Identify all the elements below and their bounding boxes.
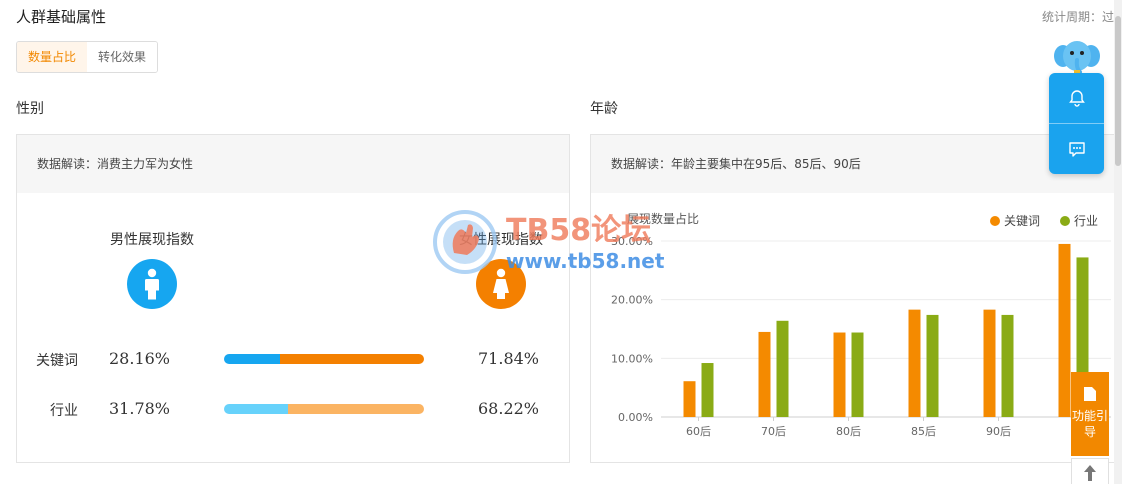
page-scrollbar-thumb[interactable] — [1115, 16, 1121, 166]
x-tick-label: 70后 — [761, 425, 786, 438]
gender-section-title: 性别 — [16, 101, 44, 117]
x-tick-label: 85后 — [911, 425, 936, 438]
gender-panel: 数据解读：消费主力军为女性 男性展现指数 女性展现指数 关键词 28.16% 7… — [16, 134, 570, 463]
elephant-mascot-icon[interactable] — [1053, 36, 1101, 78]
bar-keyword — [683, 381, 696, 417]
male-index-title: 男性展现指数 — [110, 232, 194, 248]
female-icon — [476, 259, 526, 309]
bar-keyword — [983, 309, 996, 417]
male-keyword-pct: 28.16% — [109, 349, 171, 368]
chat-button[interactable] — [1049, 124, 1104, 174]
back-to-top-button[interactable] — [1071, 458, 1109, 484]
gender-bar-female-segment — [280, 354, 424, 364]
male-industry-pct: 31.78% — [109, 399, 171, 418]
gender-bar-keyword — [224, 354, 424, 364]
x-tick-label: 60后 — [686, 425, 711, 438]
y-tick-label: 0.00% — [618, 411, 653, 424]
bell-icon — [1068, 90, 1085, 107]
x-tick-label: 90后 — [986, 425, 1011, 438]
legend-swatch — [1060, 216, 1070, 226]
female-index-title: 女性展现指数 — [459, 232, 543, 248]
bar-keyword — [833, 332, 846, 417]
tab-quantity-share[interactable]: 数量占比 — [17, 42, 88, 72]
bar-industry — [851, 332, 864, 417]
legend-label: 行业 — [1074, 214, 1098, 228]
gender-bar-industry — [224, 404, 424, 414]
female-keyword-pct: 71.84% — [478, 349, 540, 368]
y-tick-label: 10.00% — [611, 352, 653, 365]
age-section-title: 年龄 — [590, 101, 618, 117]
gender-bar-female-segment — [287, 404, 424, 414]
age-panel: 数据解读：年龄主要集中在95后、85后、90后 展现数量占比 0.00% 10.00… — [590, 134, 1118, 463]
gender-bar-male-segment — [224, 354, 281, 364]
chat-icon — [1068, 142, 1085, 157]
bar-industry — [926, 314, 939, 417]
feature-guide-label: 功能引导 — [1071, 409, 1108, 439]
arrow-up-icon — [1084, 465, 1096, 481]
gender-interpretation: 数据解读：消费主力军为女性 — [17, 135, 569, 193]
document-icon — [1084, 387, 1096, 401]
y-tick-label: 20.00% — [611, 294, 653, 307]
helper-card — [1049, 73, 1104, 174]
legend-swatch — [990, 216, 1000, 226]
age-bar-chart: 展现数量占比 0.00% 10.00% 20.00% 30.00% 60后 70后 80后 85… — [611, 211, 1111, 438]
bar-keyword — [758, 331, 771, 417]
feature-guide-button[interactable]: 功能引导 — [1071, 372, 1109, 456]
bar-keyword — [908, 309, 921, 417]
bar-industry — [701, 363, 714, 417]
bar-industry — [1001, 314, 1014, 417]
x-tick-label: 80后 — [836, 425, 861, 438]
y-axis-label: 展现数量占比 — [627, 211, 699, 226]
bar-industry — [776, 320, 789, 417]
stat-period-label: 统计周期：过 — [1041, 10, 1114, 24]
page-title: 人群基础属性 — [16, 8, 107, 26]
legend-label: 关键词 — [1004, 214, 1040, 228]
gender-row-label-industry: 行业 — [50, 403, 78, 419]
male-icon — [127, 259, 177, 309]
y-tick-label: 30.00% — [611, 235, 653, 248]
gender-row-label-keyword: 关键词 — [36, 353, 78, 369]
view-tabs: 数量占比 转化效果 — [16, 41, 159, 73]
tab-conversion-effect[interactable]: 转化效果 — [87, 42, 158, 72]
gender-bar-male-segment — [224, 404, 288, 414]
notification-button[interactable] — [1049, 73, 1104, 123]
bar-keyword — [1058, 243, 1071, 417]
female-industry-pct: 68.22% — [478, 399, 540, 418]
age-interpretation: 数据解读：年龄主要集中在95后、85后、90后 — [591, 135, 1117, 193]
